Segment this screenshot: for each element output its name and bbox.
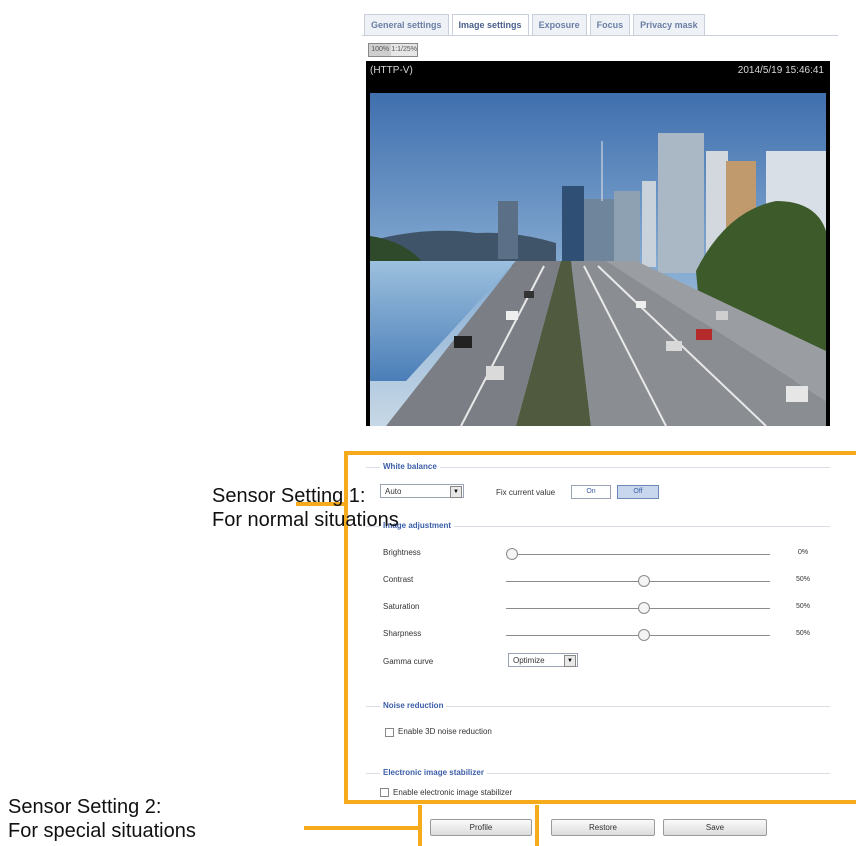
- camera-scene-image: [370, 93, 826, 426]
- tab-general-settings[interactable]: General settings: [364, 14, 449, 35]
- saturation-slider-thumb[interactable]: [638, 602, 650, 614]
- noise-reduction-checkbox[interactable]: [385, 728, 394, 737]
- white-balance-select[interactable]: Auto ▼: [380, 484, 464, 498]
- contrast-slider-thumb[interactable]: [638, 575, 650, 587]
- brightness-label: Brightness: [383, 548, 421, 557]
- gamma-curve-select-value: Optimize: [513, 656, 545, 665]
- gamma-curve-label: Gamma curve: [383, 657, 434, 666]
- saturation-label: Saturation: [383, 602, 420, 611]
- zoom-option-100[interactable]: 100%: [369, 44, 392, 56]
- sensor1-frame-top: [344, 451, 856, 455]
- sharpness-label: Sharpness: [383, 629, 422, 638]
- profile-button[interactable]: Profile: [430, 819, 532, 836]
- white-balance-select-value: Auto: [385, 487, 402, 496]
- chevron-down-icon[interactable]: ▼: [450, 486, 462, 498]
- tab-privacy-mask[interactable]: Privacy mask: [633, 14, 705, 35]
- tab-exposure[interactable]: Exposure: [531, 14, 587, 35]
- tab-focus[interactable]: Focus: [589, 14, 631, 35]
- sensor1-annotation-line2: For normal situations: [212, 509, 399, 531]
- sharpness-value: 50%: [796, 630, 811, 637]
- brightness-slider-thumb[interactable]: [506, 548, 518, 560]
- sensor1-annotation-line1: Sensor Setting 1:: [212, 485, 366, 507]
- gamma-curve-select[interactable]: Optimize ▼: [508, 653, 578, 667]
- sensor2-frame-right: [535, 805, 539, 846]
- noise-reduction-title: Noise reduction: [380, 701, 447, 710]
- chevron-down-icon[interactable]: ▼: [564, 655, 576, 667]
- eis-checkbox[interactable]: [380, 788, 389, 797]
- contrast-label: Contrast: [383, 575, 414, 584]
- video-header-bar: (HTTP-V) 2014/5/19 15:46:41: [366, 61, 830, 81]
- video-timestamp: 2014/5/19 15:46:41: [737, 65, 824, 76]
- save-button[interactable]: Save: [663, 819, 767, 836]
- white-balance-title: White balance: [380, 462, 440, 471]
- contrast-value: 50%: [796, 576, 811, 583]
- sensor1-frame-bottom: [344, 800, 856, 804]
- eis-checkbox-label: Enable electronic image stabilizer: [393, 788, 513, 797]
- restore-button[interactable]: Restore: [551, 819, 655, 836]
- brightness-slider-track[interactable]: [506, 554, 770, 555]
- brightness-value: 0%: [798, 549, 809, 556]
- sharpness-slider-thumb[interactable]: [638, 629, 650, 641]
- sensor2-leader-line: [304, 826, 420, 830]
- zoom-toggle[interactable]: 100% 1:1/25%: [368, 43, 418, 57]
- live-video-view[interactable]: [366, 81, 830, 426]
- sensor2-annotation-line2: For special situations: [8, 820, 196, 842]
- saturation-value: 50%: [796, 603, 811, 610]
- tab-image-settings[interactable]: Image settings: [451, 14, 529, 36]
- tab-divider: [362, 35, 838, 36]
- fix-value-off-button[interactable]: Off: [617, 485, 659, 499]
- sensor2-annotation-line1: Sensor Setting 2:: [8, 796, 162, 818]
- fix-current-value-label: Fix current value: [496, 488, 556, 497]
- noise-reduction-checkbox-label: Enable 3D noise reduction: [398, 727, 492, 736]
- zoom-option-scaled[interactable]: 1:1/25%: [391, 44, 417, 56]
- eis-title: Electronic image stabilizer: [380, 768, 487, 777]
- fix-value-on-button[interactable]: On: [571, 485, 611, 499]
- stream-label: (HTTP-V): [370, 65, 413, 76]
- settings-tab-bar: General settings Image settings Exposure…: [364, 14, 705, 36]
